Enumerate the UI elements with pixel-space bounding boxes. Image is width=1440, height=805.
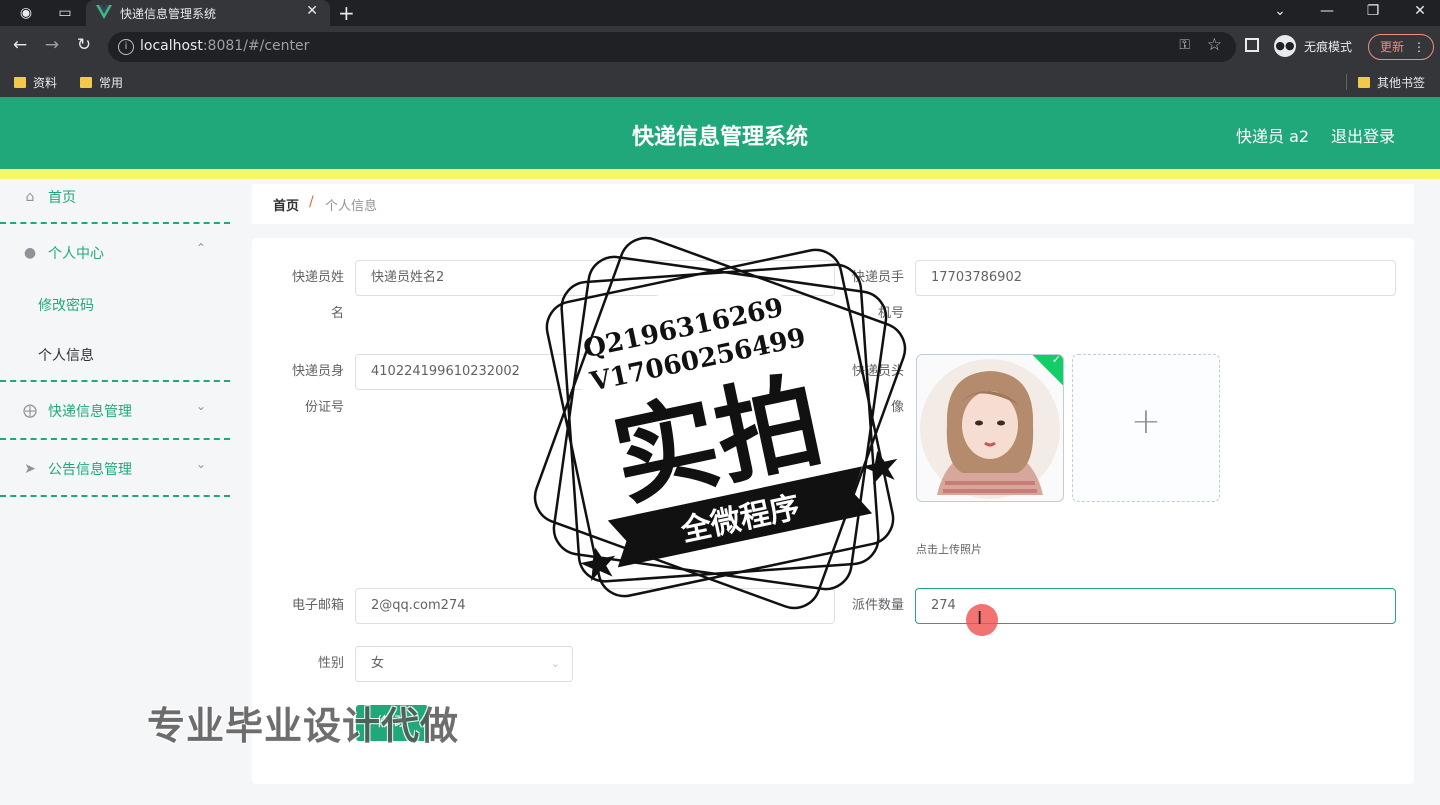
- tab-search-chevron-icon[interactable]: ⌄: [1270, 3, 1290, 19]
- breadcrumb-current: 个人信息: [325, 199, 378, 214]
- globe-icon[interactable]: ◉: [17, 4, 35, 22]
- gender-select[interactable]: 女 ⌄: [355, 646, 573, 682]
- sidebar-item-label: 首页: [48, 190, 76, 206]
- sidebar-item-notice-mgmt[interactable]: ➤ 公告信息管理 ⌄: [0, 441, 230, 497]
- gender-value: 女: [371, 656, 385, 671]
- folder-icon: [1358, 77, 1370, 88]
- plus-icon: +: [1130, 401, 1162, 442]
- avatar-image[interactable]: ✓: [916, 354, 1064, 502]
- sidebar-item-label: 快递信息管理: [48, 404, 132, 420]
- name-label: 快递员姓: [291, 270, 344, 285]
- sidebar-item-personal-center[interactable]: ● 个人中心 ⌃: [0, 225, 230, 281]
- browser-tab[interactable]: 快递信息管理系统 ✕: [86, 0, 330, 26]
- sidebar-item-label: 个人信息: [38, 348, 94, 364]
- avatar-portrait: [920, 359, 1060, 499]
- reload-icon[interactable]: ↻: [73, 35, 95, 55]
- restore-icon[interactable]: ❐: [1363, 3, 1383, 19]
- compass-icon: ⨁: [23, 403, 37, 419]
- window-close-icon[interactable]: ✕: [1410, 3, 1430, 19]
- chevron-up-icon: ⌃: [196, 241, 207, 255]
- watermark-stamp: Q2196316269 V17060256499 实拍 全微程序: [533, 236, 907, 610]
- forward-icon[interactable]: →: [41, 35, 63, 55]
- url-input[interactable]: i localhost:8081/#/center ⚿ ☆: [108, 32, 1236, 62]
- window-icon[interactable]: ▭: [56, 4, 74, 22]
- url-text: localhost:8081/#/center: [140, 38, 310, 54]
- bookmark-folder[interactable]: 常用: [80, 74, 123, 91]
- site-info-icon[interactable]: i: [118, 39, 134, 55]
- user-icon: ●: [23, 245, 37, 261]
- breadcrumb-separator: /: [309, 194, 314, 210]
- chevron-down-icon: ⌄: [196, 457, 207, 471]
- more-menu-icon[interactable]: ⋮: [1413, 35, 1425, 59]
- sidebar-item-label: 修改密码: [38, 298, 94, 314]
- incognito-label: 无痕模式: [1304, 40, 1353, 54]
- sidebar-item-label: 个人中心: [48, 246, 104, 262]
- current-user: 快递员 a2: [1236, 127, 1310, 146]
- menu-divider: [0, 438, 230, 440]
- bookmark-folder[interactable]: 资料: [14, 74, 57, 91]
- breadcrumb: 首页 / 个人信息: [252, 184, 1414, 224]
- star-icon[interactable]: ☆: [1207, 35, 1222, 55]
- update-button[interactable]: 更新 ⋮: [1368, 34, 1434, 60]
- folder-icon: [14, 77, 26, 88]
- back-icon[interactable]: ←: [9, 35, 31, 55]
- name-label-cont: 名: [330, 306, 344, 321]
- sidebar-item-express-mgmt[interactable]: ⨁ 快递信息管理 ⌄: [0, 383, 230, 439]
- minimize-icon[interactable]: —: [1317, 3, 1337, 19]
- other-bookmarks[interactable]: 其他书签: [1358, 74, 1425, 91]
- id-label-cont: 份证号: [304, 400, 344, 415]
- home-icon: ⌂: [25, 189, 35, 205]
- browser-tab-bar: ◉ ▭ 快递信息管理系统 ✕ + ⌄ — ❐ ✕: [0, 0, 1440, 26]
- key-icon[interactable]: ⚿: [1179, 37, 1190, 53]
- chevron-down-icon: ⌄: [550, 657, 560, 670]
- logout-link[interactable]: 退出登录: [1331, 123, 1395, 147]
- incognito-icon: ●●: [1274, 35, 1296, 57]
- sidebar-item-home[interactable]: ⌂ 首页: [0, 179, 230, 223]
- app-header: 快递信息管理系统 快递员 a2 退出登录: [0, 97, 1440, 169]
- menu-divider: [0, 495, 230, 497]
- folder-icon: [80, 77, 92, 88]
- menu-divider: [0, 380, 230, 382]
- sidebar-item-label: 公告信息管理: [48, 462, 132, 478]
- check-icon: ✓: [1051, 354, 1061, 367]
- vue-logo-icon: [96, 5, 112, 19]
- text-cursor-icon: I: [977, 608, 983, 629]
- new-tab-icon[interactable]: +: [338, 1, 355, 25]
- upload-trigger[interactable]: +: [1072, 354, 1220, 502]
- id-label: 快递员身: [291, 364, 344, 379]
- breadcrumb-home[interactable]: 首页: [273, 195, 299, 214]
- address-bar: ← → ↻ i localhost:8081/#/center ⚿ ☆ ●● 无…: [0, 26, 1440, 68]
- sidebar-item-personal-info[interactable]: 个人信息: [0, 329, 230, 379]
- bookmarks-bar: 资料 常用 其他书签: [0, 68, 1440, 97]
- chevron-down-icon: ⌄: [196, 399, 207, 413]
- side-panel-icon[interactable]: [1245, 38, 1259, 52]
- gender-label: 性别: [317, 656, 344, 671]
- email-label: 电子邮箱: [291, 598, 344, 613]
- menu-divider: [0, 222, 230, 224]
- watermark-ad-text: 专业毕业设计代做: [147, 704, 460, 748]
- bookmark-separator: [1346, 74, 1347, 90]
- tab-close-icon[interactable]: ✕: [306, 3, 318, 19]
- sidebar-item-change-password[interactable]: 修改密码: [0, 279, 230, 329]
- send-icon: ➤: [24, 461, 36, 477]
- phone-field[interactable]: 17703786902: [915, 260, 1396, 296]
- header-stripe: [0, 169, 1440, 179]
- app-title: 快递信息管理系统: [631, 125, 808, 150]
- tab-title: 快递信息管理系统: [120, 7, 217, 21]
- upload-tip: 点击上传照片: [916, 543, 982, 556]
